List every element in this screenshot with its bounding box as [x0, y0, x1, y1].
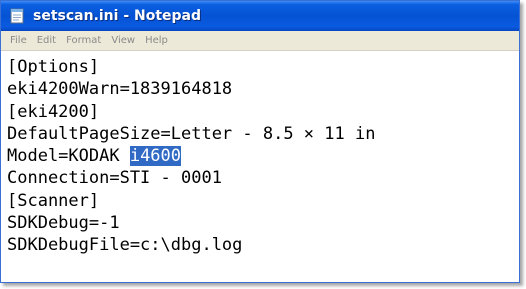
menu-view[interactable]: View	[106, 35, 140, 46]
notepad-window: setscan.ini - Notepad File Edit Format V…	[0, 0, 520, 283]
menu-bar: File Edit Format View Help	[1, 31, 519, 51]
menu-file[interactable]: File	[5, 35, 32, 46]
text-line: SDKDebug=-1	[7, 213, 120, 234]
menu-format[interactable]: Format	[61, 35, 106, 46]
title-bar[interactable]: setscan.ini - Notepad	[1, 1, 519, 31]
text-editor-area[interactable]: [Options] eki4200Warn=1839164818 [eki420…	[1, 52, 519, 282]
text-line-model: Model=KODAK i4600	[7, 145, 519, 167]
window-title: setscan.ini - Notepad	[33, 8, 202, 24]
notepad-icon[interactable]	[8, 7, 26, 25]
text-line: DefaultPageSize=Letter - 8.5 × 11 in	[7, 123, 376, 144]
text-line: [Scanner]	[7, 190, 100, 211]
menu-edit[interactable]: Edit	[32, 35, 61, 46]
text-line: eki4200Warn=1839164818	[7, 79, 233, 100]
menu-help[interactable]: Help	[140, 35, 173, 46]
model-line-prefix: Model=KODAK	[7, 146, 130, 167]
text-line: SDKDebugFile=c:\dbg.log	[7, 235, 243, 256]
selected-text[interactable]: i4600	[129, 146, 182, 167]
text-line: [eki4200]	[7, 101, 100, 122]
text-line: Connection=STI - 0001	[7, 168, 222, 189]
text-line: [Options]	[7, 57, 100, 77]
